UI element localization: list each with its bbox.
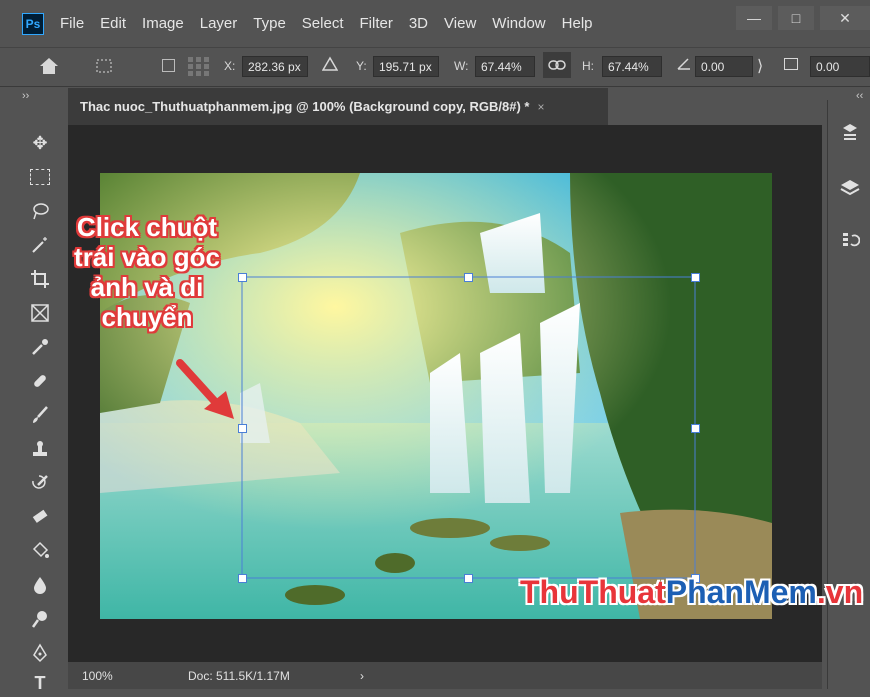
menu-window[interactable]: Window xyxy=(484,15,553,32)
y-field[interactable]: 195.71 px xyxy=(373,56,439,77)
eraser-tool-icon[interactable] xyxy=(22,503,58,531)
skew-icon xyxy=(784,58,798,70)
menu-file[interactable]: File xyxy=(52,15,92,32)
delta-icon[interactable] xyxy=(321,56,339,75)
status-bar: 100% Doc: 511.5K/1.17M › xyxy=(68,662,822,689)
x-label: X: xyxy=(224,59,236,73)
layers-icon[interactable] xyxy=(836,174,864,202)
brush-tool-icon[interactable] xyxy=(22,401,58,429)
photoshop-logo: Ps xyxy=(22,12,44,35)
menu-filter[interactable]: Filter xyxy=(352,15,401,32)
window-controls: — □ ✕ xyxy=(730,6,870,30)
dodge-tool-icon[interactable] xyxy=(22,605,58,633)
watermark-part-3: .vn xyxy=(816,574,864,610)
transform-handle-middle-left[interactable] xyxy=(238,424,247,433)
menu-3d[interactable]: 3D xyxy=(401,15,436,32)
pointer-arrow-icon xyxy=(176,359,234,419)
status-menu-chevron-icon[interactable]: › xyxy=(360,669,364,683)
menu-layer[interactable]: Layer xyxy=(192,15,246,32)
transform-handle-bottom-center[interactable] xyxy=(464,574,473,583)
angle-field[interactable]: 0.00 xyxy=(695,56,753,77)
y-label: Y: xyxy=(356,59,367,73)
transform-handle-top-right[interactable] xyxy=(691,273,700,282)
transform-tool-icon[interactable] xyxy=(94,57,114,78)
watermark-part-2: PhanMem xyxy=(665,574,817,610)
transform-handle-top-center[interactable] xyxy=(464,273,473,282)
callout-line-4: chuyển xyxy=(101,302,193,332)
marquee-tool-icon[interactable] xyxy=(22,163,58,191)
tab-close-icon[interactable]: × xyxy=(537,100,544,114)
reference-point-icon[interactable] xyxy=(186,55,212,82)
menu-edit[interactable]: Edit xyxy=(92,15,134,32)
callout-line-2: trái vào góc xyxy=(74,242,220,272)
document-tab[interactable]: Thac nuoc_Thuthuatphanmem.jpg @ 100% (Ba… xyxy=(68,88,608,125)
h-label: H: xyxy=(582,59,594,73)
angle-icon xyxy=(676,57,692,74)
libraries-icon[interactable] xyxy=(836,118,864,146)
maximize-button[interactable]: □ xyxy=(778,6,814,30)
document-tab-title: Thac nuoc_Thuthuatphanmem.jpg @ 100% (Ba… xyxy=(80,99,530,114)
tools-panel: ✥ T xyxy=(14,125,66,693)
blur-tool-icon[interactable] xyxy=(22,571,58,599)
type-tool-icon[interactable]: T xyxy=(22,669,58,697)
home-icon[interactable] xyxy=(38,55,60,80)
tab-strip: ›› Thac nuoc_Thuthuatphanmem.jpg @ 100% … xyxy=(0,88,870,125)
menu-image[interactable]: Image xyxy=(134,15,192,32)
healing-brush-tool-icon[interactable] xyxy=(22,367,58,395)
menu-view[interactable]: View xyxy=(436,15,484,32)
tutorial-callout: Click chuột trái vào góc ảnh và di chuyể… xyxy=(52,212,242,332)
callout-line-1: Click chuột xyxy=(76,212,218,242)
transform-handle-bottom-left[interactable] xyxy=(238,574,247,583)
menu-select[interactable]: Select xyxy=(294,15,352,32)
width-field[interactable]: 67.44% xyxy=(475,56,535,77)
history-icon[interactable] xyxy=(836,226,864,254)
menu-bar: Ps File Edit Image Layer Type Select Fil… xyxy=(0,0,870,47)
watermark-part-1: ThuThuat xyxy=(520,574,666,610)
zoom-level[interactable]: 100% xyxy=(82,669,113,683)
transform-handle-middle-right[interactable] xyxy=(691,424,700,433)
reference-point-checkbox[interactable] xyxy=(162,59,175,72)
degree-icon: ⟩ xyxy=(757,58,764,75)
x-field[interactable]: 282.36 px xyxy=(242,56,308,77)
doc-size: Doc: 511.5K/1.17M xyxy=(188,669,290,683)
close-button[interactable]: ✕ xyxy=(820,6,870,30)
clone-stamp-tool-icon[interactable] xyxy=(22,435,58,463)
w-label: W: xyxy=(454,59,469,73)
menu-type[interactable]: Type xyxy=(245,15,294,32)
menu-help[interactable]: Help xyxy=(554,15,601,32)
pen-tool-icon[interactable] xyxy=(22,639,58,667)
collapse-left-icon[interactable]: ›› xyxy=(22,90,29,102)
callout-line-3: ảnh và di xyxy=(90,272,204,302)
eyedropper-tool-icon[interactable] xyxy=(22,333,58,361)
move-tool-icon[interactable]: ✥ xyxy=(22,129,58,157)
height-field[interactable]: 67.44% xyxy=(602,56,662,77)
watermark: ThuThuatPhanMem.vn xyxy=(520,574,863,611)
paint-bucket-tool-icon[interactable] xyxy=(22,537,58,565)
options-bar: X: 282.36 px Y: 195.71 px W: 67.44% H: 6… xyxy=(0,47,870,87)
history-brush-tool-icon[interactable] xyxy=(22,469,58,497)
link-icon[interactable] xyxy=(543,52,571,78)
menu-list: File Edit Image Layer Type Select Filter… xyxy=(52,15,601,32)
minimize-button[interactable]: — xyxy=(736,6,772,30)
skew-field[interactable]: 0.00 xyxy=(810,56,870,77)
